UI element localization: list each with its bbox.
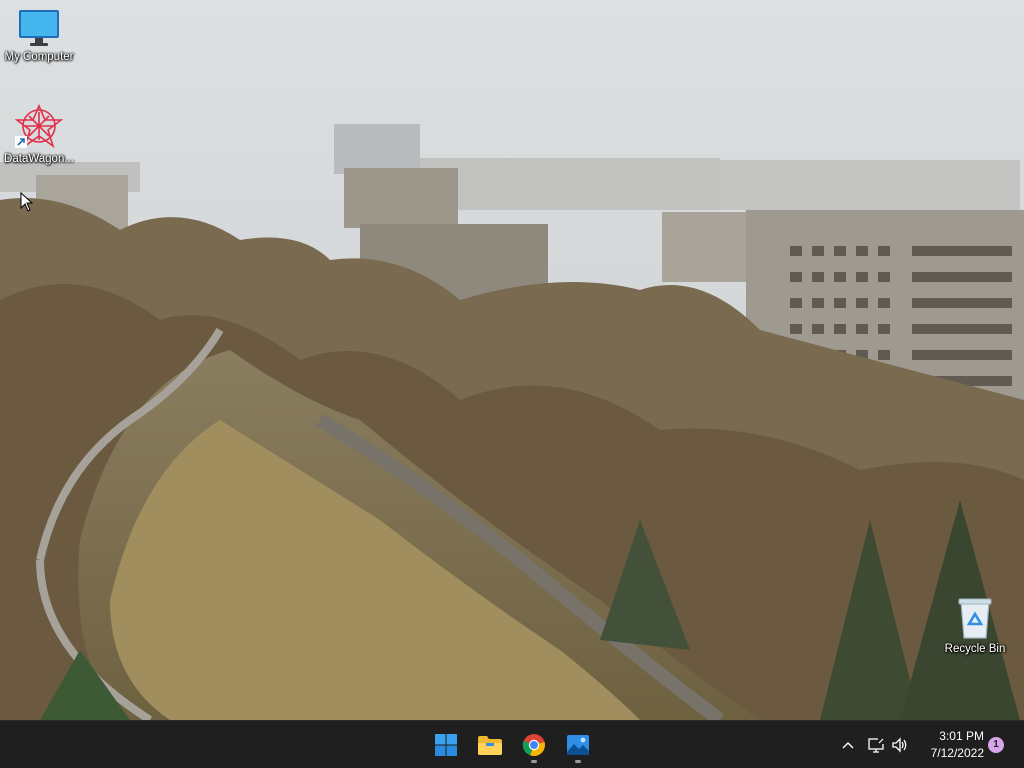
network-icon [868,738,884,753]
taskbar-file-explorer-button[interactable] [472,727,508,763]
tray-overflow-button[interactable] [838,735,858,755]
desktop-icon-label: Recycle Bin [944,643,1006,655]
monitor-icon [19,10,59,46]
desktop-icon-label: DataWagon... [4,153,74,165]
desktop-icon-datawagon[interactable]: DataWagon... [0,104,78,166]
taskbar: 3:01 PM 7/12/2022 [0,720,1024,768]
tray-network-button[interactable] [866,735,886,755]
windows-logo-icon [435,734,457,756]
chevron-up-icon [842,742,854,749]
notification-badge[interactable]: 1 [988,737,1004,753]
clock-date: 7/12/2022 [930,746,984,760]
tray-volume-button[interactable] [890,735,910,755]
folder-icon [478,736,502,755]
taskbar-clock[interactable]: 3:01 PM 7/12/2022 [914,728,984,762]
start-button[interactable] [428,727,464,763]
taskbar-chrome-button[interactable] [516,727,552,763]
desktop-icon-my-computer[interactable]: My Computer [0,8,78,64]
taskbar-photos-button[interactable] [560,727,596,763]
desktop[interactable]: My Computer DataWagon... Recycle Bin [0,0,1024,720]
clock-time: 3:01 PM [939,729,984,743]
desktop-icon-recycle-bin[interactable]: Recycle Bin [936,596,1014,656]
mouse-cursor-icon [20,192,34,212]
datawagon-logo-icon [15,104,63,149]
photos-icon [567,735,589,755]
wallpaper-image [0,0,1024,720]
running-indicator [575,760,581,763]
running-indicator [531,760,537,763]
chrome-icon [522,734,545,757]
volume-icon [892,737,907,753]
recycle-bin-icon [958,598,992,639]
desktop-icon-label: My Computer [4,51,74,63]
